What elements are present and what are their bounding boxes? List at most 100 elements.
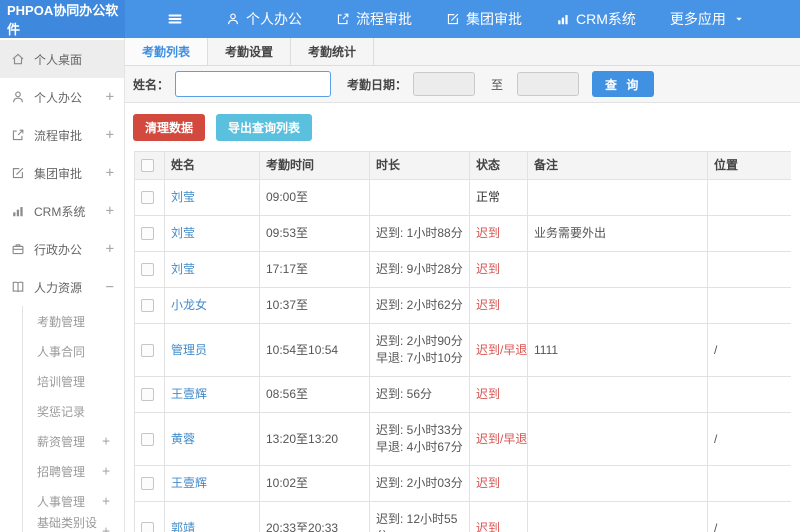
topnav-item-group-approval[interactable]: 集团审批: [429, 0, 539, 38]
name-filter-input[interactable]: [175, 71, 332, 97]
table-row: 刘莹 09:00至 正常: [134, 179, 791, 216]
expand-plus-icon[interactable]: +: [106, 165, 114, 181]
collapse-minus-icon[interactable]: −: [106, 279, 114, 295]
expand-plus-icon[interactable]: +: [102, 464, 110, 479]
expand-plus-icon[interactable]: +: [102, 524, 110, 532]
expand-plus-icon[interactable]: +: [106, 241, 114, 257]
sidebar-item-group-approval[interactable]: 集团审批 +: [0, 154, 124, 192]
clean-data-button[interactable]: 清理数据: [133, 114, 206, 141]
note-cell: [527, 179, 708, 216]
share-icon: [11, 128, 26, 142]
expand-plus-icon[interactable]: +: [106, 89, 114, 105]
app-window: PHPOA协同办公软件 个人办公 流程审批 集团审批 CRM系统 更多应用 个人桌面 个人…: [0, 0, 800, 532]
sidebar-subitem-label: 基础类别设置: [37, 516, 98, 530]
sidebar-subitem-attendance-management[interactable]: 考勤管理: [23, 306, 124, 336]
row-checkbox[interactable]: [141, 477, 154, 491]
search-button[interactable]: 查 询: [592, 71, 655, 97]
topnav-item-workflow-approval[interactable]: 流程审批: [319, 0, 429, 38]
sidebar-item-personal-desktop[interactable]: 个人桌面: [0, 40, 124, 78]
sidebar: 个人桌面 个人办公 + 流程审批 + 集团审批 + CRM系统 + 行政办公 + 人力资源 − 考勤管理人…: [0, 38, 125, 532]
expand-plus-icon[interactable]: +: [106, 127, 114, 143]
status-badge: 迟到/早退: [476, 342, 528, 357]
employee-name-link[interactable]: 王壹辉: [171, 476, 207, 490]
sidebar-item-crm[interactable]: CRM系统 +: [0, 192, 124, 230]
sidebar-item-personal-office[interactable]: 个人办公 +: [0, 78, 124, 116]
sidebar-subitem-recruitment-management[interactable]: 招聘管理 +: [23, 456, 124, 486]
employee-name-link[interactable]: 黄蓉: [171, 432, 195, 446]
attendance-time-cell: 13:20至13:20: [259, 412, 370, 466]
duration-cell: 迟到: 12小时55分: [369, 501, 470, 532]
row-checkbox[interactable]: [141, 227, 154, 241]
sidebar-subitem-salary-management[interactable]: 薪资管理 +: [23, 426, 124, 456]
app-logo: PHPOA协同办公软件: [0, 0, 125, 38]
date-to-separator-label: 至: [491, 77, 504, 92]
sidebar-subitem-training-management[interactable]: 培训管理: [23, 366, 124, 396]
row-checkbox[interactable]: [141, 343, 154, 357]
note-cell: 业务需要外出: [527, 215, 708, 252]
employee-name-link[interactable]: 刘莹: [171, 262, 195, 276]
table-row: 郭靖 20:33至20:33 迟到: 12小时55分 迟到 /: [134, 501, 791, 532]
date-to-input[interactable]: [517, 72, 580, 96]
status-badge: 迟到: [476, 226, 501, 240]
tab-label: 考勤统计: [308, 45, 357, 59]
edit-icon: [11, 166, 26, 180]
book-icon: [11, 280, 26, 294]
duration-cell: [369, 179, 470, 216]
sidebar-subitem-reward-punishment[interactable]: 奖惩记录: [23, 396, 124, 426]
employee-name-link[interactable]: 刘莹: [171, 226, 195, 240]
attendance-time-cell: 10:37至: [259, 287, 370, 324]
sidebar-item-admin-office[interactable]: 行政办公 +: [0, 230, 124, 268]
duration-line: 迟到: 2小时03分: [376, 476, 463, 490]
topnav-item-crm[interactable]: CRM系统: [539, 0, 653, 38]
location-cell: [707, 465, 791, 502]
duration-line: 迟到: 9小时28分: [376, 262, 463, 276]
row-checkbox[interactable]: [141, 191, 154, 205]
tab-attendance-list[interactable]: 考勤列表: [125, 38, 209, 65]
topnav-item-more-apps[interactable]: 更多应用: [653, 0, 761, 38]
topnav-item-label: 集团审批: [466, 11, 522, 27]
employee-name-link[interactable]: 刘莹: [171, 190, 195, 204]
row-checkbox[interactable]: [141, 432, 154, 446]
duration-line: 迟到: 12小时55分: [376, 512, 458, 532]
sidebar-subitem-label: 培训管理: [37, 374, 86, 389]
employee-name-link[interactable]: 管理员: [171, 343, 207, 357]
row-checkbox[interactable]: [141, 263, 154, 277]
export-list-button[interactable]: 导出查询列表: [216, 114, 313, 141]
attendance-table-wrap: 姓名 考勤时间 时长 状态 备注 位置 刘莹 09:00至 正常 刘莹 09:53至 迟到: 1小时…: [134, 151, 791, 532]
duration-line: 迟到: 56分: [376, 387, 433, 401]
sidebar-item-workflow-approval[interactable]: 流程审批 +: [0, 116, 124, 154]
employee-name-link[interactable]: 小龙女: [171, 298, 207, 312]
sidebar-subitem-basic-category-settings[interactable]: 基础类别设置 +: [23, 516, 124, 532]
menu-toggle-button[interactable]: [167, 11, 183, 27]
duration-cell: 迟到: 2小时62分: [369, 287, 470, 324]
row-checkbox[interactable]: [141, 299, 154, 313]
user-icon: [226, 12, 240, 26]
date-from-input[interactable]: [413, 72, 476, 96]
status-badge: 迟到: [476, 476, 501, 490]
table-row: 王壹辉 10:02至 迟到: 2小时03分 迟到: [134, 465, 791, 502]
expand-plus-icon[interactable]: +: [102, 494, 110, 509]
sidebar-item-label: 个人桌面: [34, 52, 83, 67]
location-cell: [707, 287, 791, 324]
attendance-time-cell: 10:02至: [259, 465, 370, 502]
sidebar-item-label: 集团审批: [34, 166, 83, 181]
topnav-item-label: 流程审批: [356, 11, 412, 27]
top-navigation: 个人办公 流程审批 集团审批 CRM系统 更多应用: [209, 0, 761, 38]
select-all-checkbox[interactable]: [141, 159, 154, 173]
employee-name-link[interactable]: 郭靖: [171, 521, 195, 532]
status-badge: 正常: [476, 190, 501, 204]
tab-attendance-statistics[interactable]: 考勤统计: [291, 38, 375, 65]
row-checkbox[interactable]: [141, 521, 154, 532]
employee-name-link[interactable]: 王壹辉: [171, 387, 207, 401]
sidebar-item-hr[interactable]: 人力资源 −: [0, 268, 124, 306]
column-header: 位置: [707, 151, 791, 180]
column-header: 时长: [369, 151, 470, 180]
sidebar-subitem-personnel-contract[interactable]: 人事合同: [23, 336, 124, 366]
row-checkbox[interactable]: [141, 388, 154, 402]
sidebar-subitem-personnel-management[interactable]: 人事管理 +: [23, 486, 124, 516]
expand-plus-icon[interactable]: +: [106, 203, 114, 219]
location-cell: [707, 251, 791, 288]
topnav-item-personal-office[interactable]: 个人办公: [209, 0, 319, 38]
tab-attendance-settings[interactable]: 考勤设置: [208, 38, 292, 65]
expand-plus-icon[interactable]: +: [102, 434, 110, 449]
